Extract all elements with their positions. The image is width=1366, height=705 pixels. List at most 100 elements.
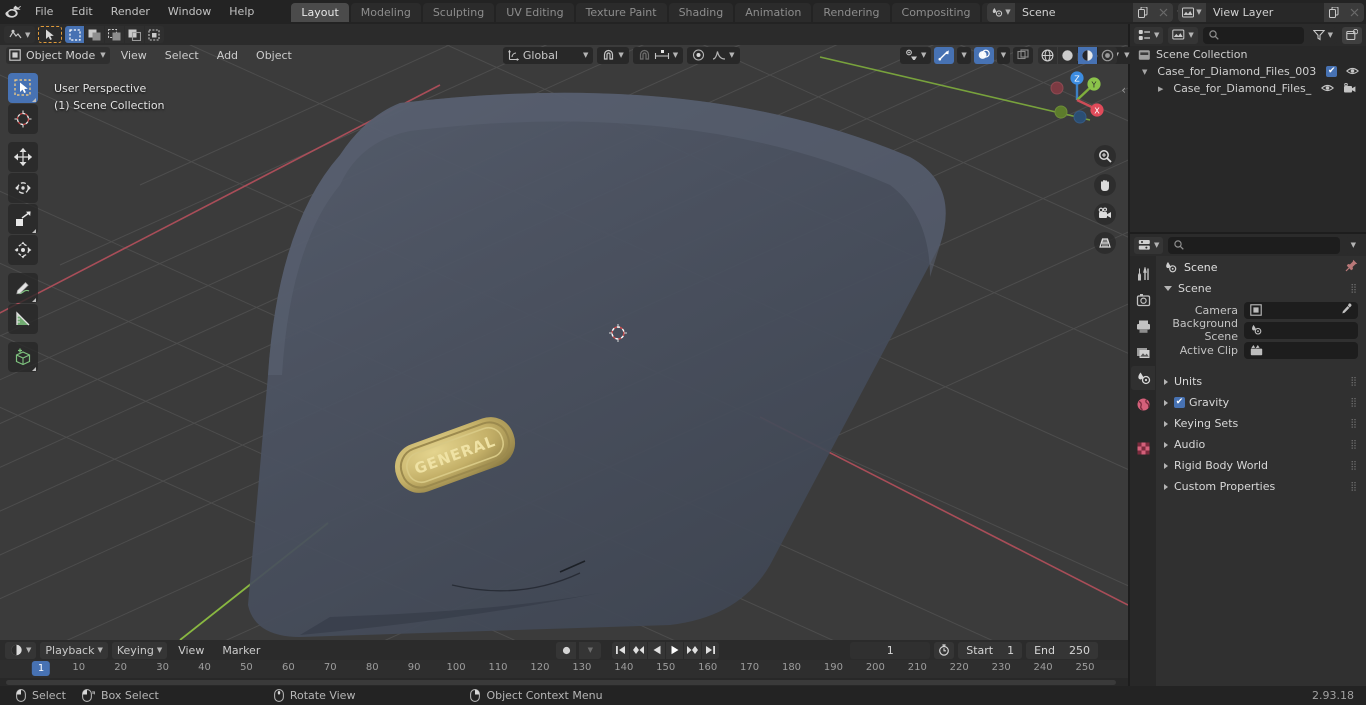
scene-selector[interactable]: ▼ Scene xyxy=(987,2,1173,22)
drag-handle[interactable]: ⣿ xyxy=(1350,461,1358,471)
solid-shading-button[interactable] xyxy=(1058,46,1078,64)
outliner-row-case-003[interactable]: ▼ Case_for_Diamond_Files_003 ✔ xyxy=(1130,63,1366,80)
gizmo-toggle-button[interactable] xyxy=(934,46,955,64)
tab-compositing[interactable]: Compositing xyxy=(891,2,981,22)
outliner-filter-button[interactable]: ▼ xyxy=(1308,26,1337,44)
properties-editor-type-button[interactable]: ▼ xyxy=(1134,236,1164,254)
tool-add-cube[interactable] xyxy=(8,342,38,372)
camera-input[interactable] xyxy=(1244,301,1358,319)
snap-magnet-toggle[interactable]: ▼ xyxy=(632,46,684,64)
set-select-icon[interactable] xyxy=(65,26,85,43)
menu-edit[interactable]: Edit xyxy=(62,3,101,21)
viewport-menu-object[interactable]: Object xyxy=(249,47,299,64)
chevron-down-icon[interactable]: ▼ xyxy=(1142,66,1147,77)
wireframe-shading-button[interactable] xyxy=(1038,46,1058,64)
snap-to-selector[interactable]: ▼ xyxy=(597,46,629,64)
scene-icon[interactable]: ▼ xyxy=(987,2,1015,22)
panel-header-rigid-body-world[interactable]: Rigid Body World ⣿ xyxy=(1156,455,1366,476)
frame-end-field[interactable]: End 250 xyxy=(1026,641,1098,659)
object-type-visibility-button[interactable]: ▼ xyxy=(900,46,932,64)
timeline-ruler[interactable]: 1 10 20 30 40 50 60 70 80 90 100 110 120 130 140 150 16… xyxy=(0,660,1128,678)
tool-tweak-select-box[interactable] xyxy=(8,73,38,103)
tab-animation[interactable]: Animation xyxy=(735,2,812,22)
timeline-playhead[interactable]: 1 xyxy=(31,661,51,676)
jump-to-end-button[interactable] xyxy=(702,641,720,659)
outliner-display-mode-dropdown[interactable]: ▼ xyxy=(1168,26,1198,44)
prev-keyframe-button[interactable] xyxy=(630,641,648,659)
timeline-menu-marker[interactable]: Marker xyxy=(215,642,267,659)
timeline-menu-view[interactable]: View xyxy=(171,642,211,659)
new-view-layer-button[interactable] xyxy=(1324,2,1344,22)
panel-header-units[interactable]: Units ⣿ xyxy=(1156,371,1366,392)
drag-handle[interactable]: ⣿ xyxy=(1350,284,1358,294)
properties-tab-scene[interactable] xyxy=(1131,366,1155,390)
view-layer-name-field[interactable]: View Layer xyxy=(1206,2,1324,22)
auto-keying-dropdown[interactable]: ▼ xyxy=(579,641,602,659)
xray-toggle-button[interactable] xyxy=(1013,46,1034,64)
tab-layout[interactable]: Layout xyxy=(291,2,349,22)
transform-orientation-selector[interactable]: Global ▼ xyxy=(502,46,594,64)
auto-keying-button[interactable] xyxy=(556,641,577,659)
tool-measure[interactable] xyxy=(8,304,38,334)
menu-file[interactable]: File xyxy=(26,3,62,21)
pin-icon[interactable] xyxy=(1345,259,1358,275)
background-scene-input[interactable] xyxy=(1244,321,1358,339)
properties-tab-view-layer[interactable] xyxy=(1131,340,1155,364)
next-keyframe-button[interactable] xyxy=(684,641,702,659)
menu-render[interactable]: Render xyxy=(102,3,159,21)
drag-handle[interactable]: ⣿ xyxy=(1350,398,1358,408)
tab-texture-paint[interactable]: Texture Paint xyxy=(575,2,667,22)
subtract-select-icon[interactable] xyxy=(105,26,125,43)
pan-hand-icon[interactable] xyxy=(1094,174,1116,196)
keying-menu[interactable]: Keying ▼ xyxy=(111,641,168,659)
tab-modeling[interactable]: Modeling xyxy=(350,2,421,22)
field-active-clip[interactable]: Active Clip xyxy=(1156,341,1358,359)
eye-icon[interactable] xyxy=(1346,66,1360,76)
playback-menu[interactable]: Playback ▼ xyxy=(40,641,108,659)
new-scene-button[interactable] xyxy=(1133,2,1153,22)
properties-filter-dropdown[interactable]: ▼ xyxy=(1344,236,1362,254)
tab-uv-editing[interactable]: UV Editing xyxy=(496,2,574,22)
jump-to-start-button[interactable] xyxy=(612,641,630,659)
properties-tab-tool[interactable] xyxy=(1131,262,1155,286)
properties-tab-render[interactable] xyxy=(1131,288,1155,312)
invert-select-icon[interactable] xyxy=(125,26,145,43)
panel-header-scene[interactable]: Scene ⣿ xyxy=(1156,278,1366,299)
scene-name-field[interactable]: Scene xyxy=(1015,2,1133,22)
overlays-dropdown[interactable]: ▼ xyxy=(996,46,1011,64)
proportional-editing-toggle[interactable]: ▼ xyxy=(687,46,740,64)
editor-type-3dview-icon[interactable]: ▼ xyxy=(4,26,36,43)
play-button[interactable] xyxy=(666,641,684,659)
chevron-right-icon[interactable]: ▶ xyxy=(1158,83,1163,94)
viewport-collapse-icon[interactable]: ‹ xyxy=(1121,83,1126,97)
properties-tab-output[interactable] xyxy=(1131,314,1155,338)
menu-help[interactable]: Help xyxy=(220,3,263,21)
view-layer-icon[interactable]: ▼ xyxy=(1178,2,1206,22)
menu-window[interactable]: Window xyxy=(159,3,220,21)
use-preview-range-button[interactable] xyxy=(934,641,955,659)
cursor-select-icon[interactable] xyxy=(38,26,63,43)
tool-cursor[interactable] xyxy=(8,104,38,134)
drag-handle[interactable]: ⣿ xyxy=(1350,440,1358,450)
zoom-icon[interactable] xyxy=(1094,145,1116,167)
navigation-gizmo[interactable]: Z Y X xyxy=(1044,67,1110,133)
drag-handle[interactable]: ⣿ xyxy=(1350,482,1358,492)
tab-shading[interactable]: Shading xyxy=(668,2,734,22)
tool-transform[interactable] xyxy=(8,235,38,265)
intersect-select-icon[interactable] xyxy=(145,26,165,43)
3d-viewport[interactable]: GENERAL User Perspective (1) Scene Colle… xyxy=(0,45,1128,640)
drag-handle[interactable]: ⣿ xyxy=(1350,419,1358,429)
panel-header-gravity[interactable]: ✔ Gravity ⣿ xyxy=(1156,392,1366,413)
field-background-scene[interactable]: Background Scene xyxy=(1156,317,1358,343)
eye-icon[interactable] xyxy=(1321,83,1335,93)
current-frame-field[interactable]: 1 xyxy=(850,641,931,659)
material-preview-button[interactable] xyxy=(1078,46,1098,64)
remove-view-layer-button[interactable] xyxy=(1344,2,1364,22)
active-clip-input[interactable] xyxy=(1244,341,1358,359)
panel-header-custom-properties[interactable]: Custom Properties ⣿ xyxy=(1156,476,1366,497)
outliner-search-input[interactable] xyxy=(1202,26,1304,44)
viewport-menu-select[interactable]: Select xyxy=(158,47,206,64)
rendered-shading-button[interactable] xyxy=(1098,46,1118,64)
viewport-menu-add[interactable]: Add xyxy=(210,47,245,64)
viewport-menu-view[interactable]: View xyxy=(114,47,154,64)
